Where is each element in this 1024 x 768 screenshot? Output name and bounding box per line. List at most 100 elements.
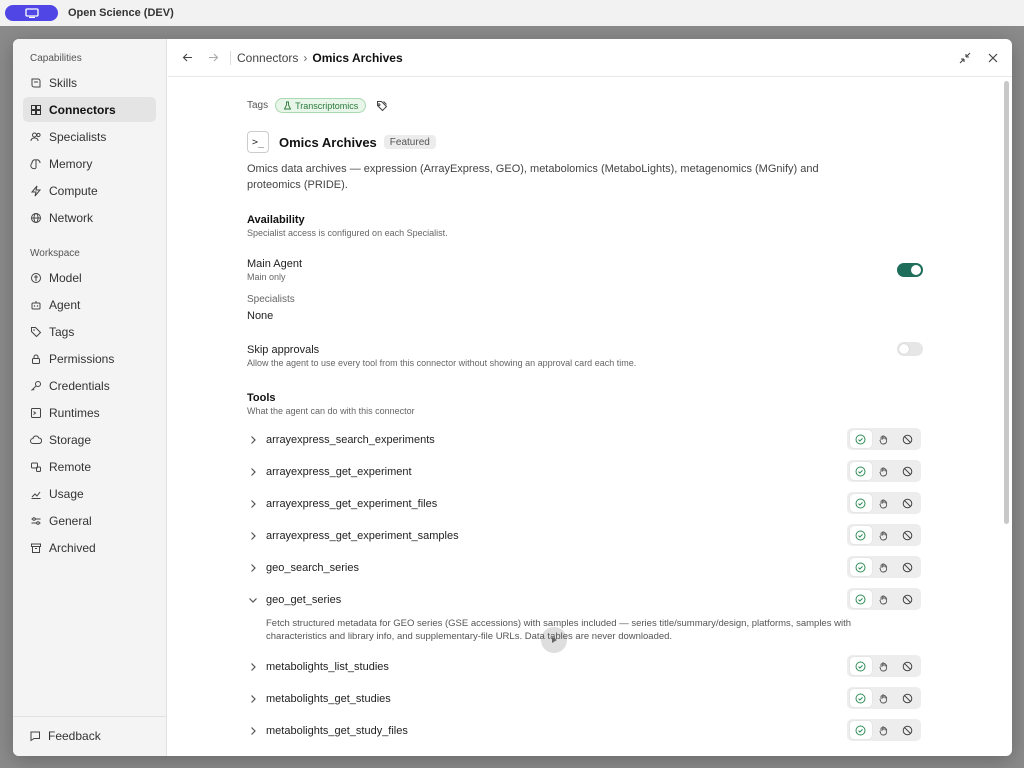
allow-button[interactable] <box>849 494 872 512</box>
allow-button[interactable] <box>849 558 872 576</box>
chevron-right-icon[interactable] <box>247 530 259 542</box>
ban-icon <box>902 498 913 508</box>
block-button[interactable] <box>896 689 918 707</box>
tool-name: geo_search_series <box>266 562 359 574</box>
edit-tags-icon[interactable] <box>376 100 388 112</box>
sidebar-item-label: Compute <box>49 183 98 198</box>
sidebar-item-compute[interactable]: Compute <box>23 178 156 203</box>
sidebar-item-remote[interactable]: Remote <box>23 454 156 479</box>
tool-row[interactable]: metabolights_list_studies <box>247 655 921 679</box>
sidebar-item-storage[interactable]: Storage <box>23 427 156 452</box>
chevron-right-icon[interactable] <box>247 466 259 478</box>
sidebar-item-permissions[interactable]: Permissions <box>23 346 156 371</box>
header-divider <box>230 50 231 65</box>
chevron-right-icon[interactable] <box>247 661 259 673</box>
sidebar-item-usage[interactable]: Usage <box>23 481 156 506</box>
allow-button[interactable] <box>849 430 872 448</box>
tags-row: Tags Transcriptomics <box>247 98 388 113</box>
chevron-right-icon[interactable] <box>247 562 259 574</box>
tool-row[interactable]: metabolights_get_study_files <box>247 719 921 743</box>
availability-section: Availability Specialist access is config… <box>247 214 448 238</box>
sidebar-section-capabilities: Capabilities <box>30 53 82 64</box>
feedback-button[interactable]: Feedback <box>29 729 101 743</box>
sidebar-item-runtimes[interactable]: Runtimes <box>23 400 156 425</box>
sidebar-item-specialists[interactable]: Specialists <box>23 124 156 149</box>
tool-row[interactable]: arrayexpress_search_experiments <box>247 428 921 452</box>
featured-badge: Featured <box>383 135 436 149</box>
allow-button[interactable] <box>849 657 872 675</box>
chevron-down-icon[interactable] <box>247 594 259 606</box>
forward-button[interactable] <box>205 50 221 66</box>
ask-button[interactable] <box>873 430 895 448</box>
block-button[interactable] <box>896 657 918 675</box>
sidebar-item-tags[interactable]: Tags <box>23 319 156 344</box>
app-switcher-button[interactable] <box>5 5 58 21</box>
tool-row-expanded[interactable]: geo_get_series <box>247 588 921 612</box>
block-button[interactable] <box>896 494 918 512</box>
toggle-knob <box>899 344 909 354</box>
sidebar-item-credentials[interactable]: Credentials <box>23 373 156 398</box>
chevron-right-icon[interactable] <box>247 434 259 446</box>
tool-row[interactable]: geo_search_series <box>247 556 921 580</box>
feedback-label: Feedback <box>48 729 101 743</box>
tool-permission-control <box>847 719 921 741</box>
block-button[interactable] <box>896 526 918 544</box>
ask-button[interactable] <box>873 657 895 675</box>
ask-button[interactable] <box>873 721 895 739</box>
sidebar-item-label: Agent <box>49 297 81 312</box>
block-button[interactable] <box>896 558 918 576</box>
sidebar-item-label: Memory <box>49 156 93 171</box>
close-button[interactable] <box>986 51 1000 65</box>
connector-title-row: >_ Omics Archives Featured <box>247 131 436 153</box>
allow-button[interactable] <box>849 462 872 480</box>
block-button[interactable] <box>896 590 918 608</box>
ask-button[interactable] <box>873 590 895 608</box>
hand-icon <box>879 661 888 671</box>
ask-button[interactable] <box>873 689 895 707</box>
settings-sidebar: Capabilities Skills Connectors Specialis… <box>13 39 167 756</box>
allow-button[interactable] <box>849 590 872 608</box>
terminal-icon <box>30 407 42 419</box>
main-agent-toggle[interactable] <box>897 263 923 277</box>
tool-row[interactable]: arrayexpress_get_experiment <box>247 460 921 484</box>
ask-button[interactable] <box>873 494 895 512</box>
sidebar-item-skills[interactable]: Skills <box>23 70 156 95</box>
tool-row[interactable]: metabolights_get_studies <box>247 687 921 711</box>
sidebar-item-connectors[interactable]: Connectors <box>23 97 156 122</box>
tool-name: arrayexpress_get_experiment <box>266 466 412 478</box>
breadcrumb-connectors[interactable]: Connectors <box>237 51 298 65</box>
ask-button[interactable] <box>873 558 895 576</box>
tools-subtitle: What the agent can do with this connecto… <box>247 406 415 416</box>
tool-row[interactable]: arrayexpress_get_experiment_files <box>247 492 921 516</box>
check-circle-icon <box>855 594 866 604</box>
app-title: Open Science (DEV) <box>68 7 174 19</box>
availability-subtitle: Specialist access is configured on each … <box>247 228 448 238</box>
block-button[interactable] <box>896 721 918 739</box>
allow-button[interactable] <box>849 689 872 707</box>
block-button[interactable] <box>896 462 918 480</box>
model-icon <box>30 272 42 284</box>
sidebar-item-memory[interactable]: Memory <box>23 151 156 176</box>
ask-button[interactable] <box>873 526 895 544</box>
tool-row[interactable]: arrayexpress_get_experiment_samples <box>247 524 921 548</box>
chevron-right-icon[interactable] <box>247 498 259 510</box>
allow-button[interactable] <box>849 526 872 544</box>
sidebar-item-network[interactable]: Network <box>23 205 156 230</box>
content-scrollbar[interactable] <box>1004 81 1009 524</box>
main-agent-label: Main Agent <box>247 258 303 270</box>
allow-button[interactable] <box>849 721 872 739</box>
skip-approvals-toggle[interactable] <box>897 342 923 356</box>
sidebar-item-model[interactable]: Model <box>23 265 156 290</box>
back-button[interactable] <box>179 50 195 66</box>
chevron-right-icon[interactable] <box>247 725 259 737</box>
chevron-right-icon[interactable] <box>247 693 259 705</box>
tag-chip[interactable]: Transcriptomics <box>275 98 367 113</box>
collapse-button[interactable] <box>958 51 972 65</box>
sidebar-item-archived[interactable]: Archived <box>23 535 156 560</box>
block-button[interactable] <box>896 430 918 448</box>
arrow-right-icon <box>208 53 218 62</box>
sidebar-item-general[interactable]: General <box>23 508 156 533</box>
sidebar-item-agent[interactable]: Agent <box>23 292 156 317</box>
sidebar-item-label: Connectors <box>49 102 116 117</box>
ask-button[interactable] <box>873 462 895 480</box>
